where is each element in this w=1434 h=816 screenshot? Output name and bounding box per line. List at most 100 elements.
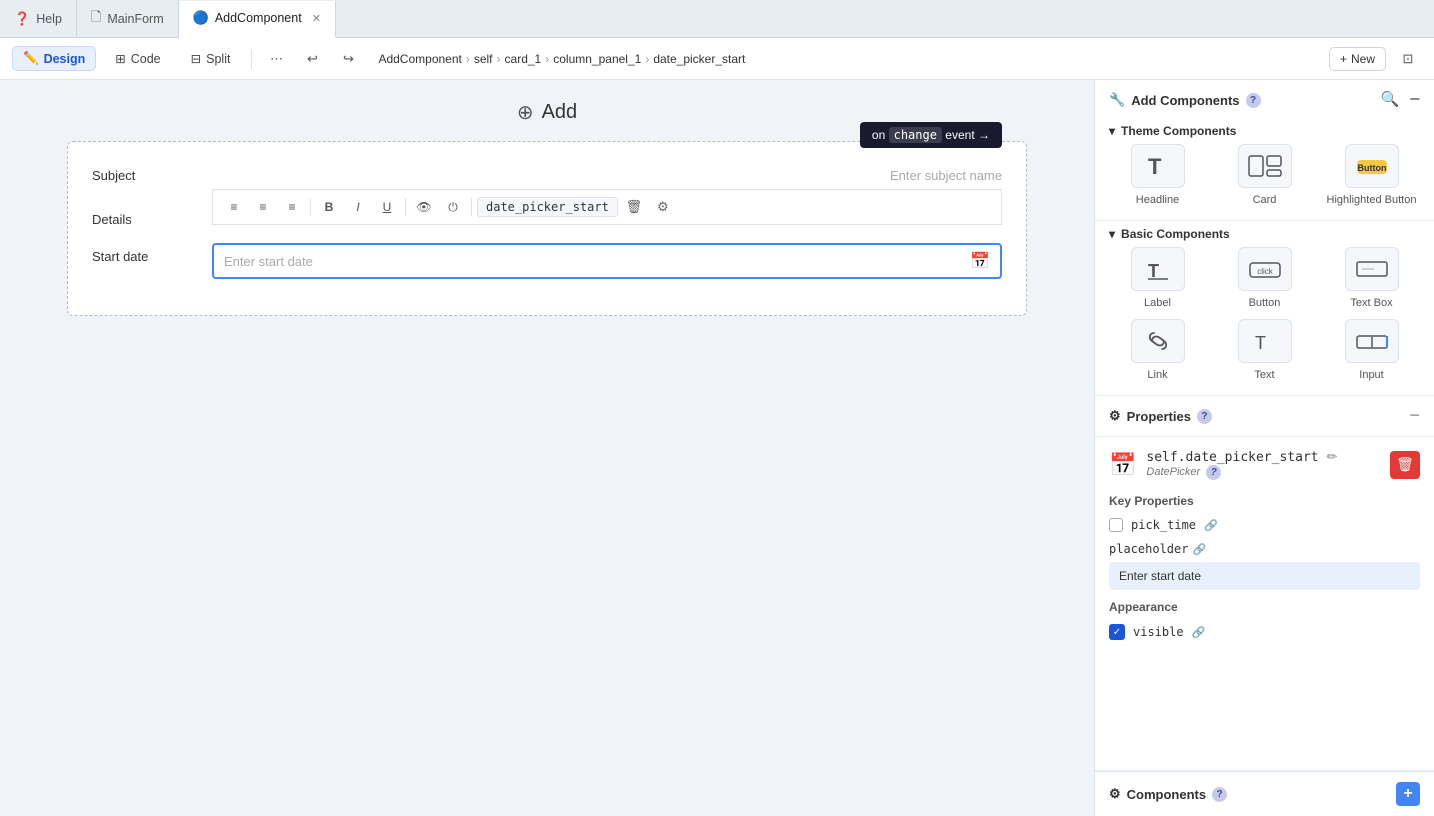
dp-sep-2 (405, 198, 406, 216)
breadcrumb-part-4[interactable]: date_picker_start (653, 52, 745, 66)
label-component[interactable]: T Label (1109, 247, 1206, 309)
theme-component-grid: T Headline Card (1109, 144, 1420, 216)
add-component-button[interactable]: + (1396, 782, 1420, 806)
placeholder-link[interactable]: 🔗 (1192, 543, 1206, 556)
more-options-button[interactable]: ⋯ (262, 45, 290, 73)
text-component[interactable]: T Text (1216, 319, 1313, 381)
button-component[interactable]: click Button (1216, 247, 1313, 309)
align-right-button[interactable]: ≡ (279, 194, 305, 220)
components-bottom-header[interactable]: ⚙ Components ? + (1095, 772, 1434, 816)
tab-addcomponent[interactable]: 🔵 AddComponent ✕ (179, 1, 336, 38)
split-button[interactable]: ⊟ Split (180, 46, 242, 71)
right-panel: 🔧 Add Components ? 🔍 Theme Components (1094, 80, 1434, 816)
visible-link[interactable]: 🔗 (1192, 626, 1206, 639)
layout-toggle-button[interactable]: ⊡ (1394, 45, 1422, 73)
subject-placeholder: Enter subject name (212, 162, 1002, 190)
settings-icon[interactable]: ⚙ (650, 194, 676, 220)
split-icon: ⊟ (191, 51, 201, 66)
svg-text:Button: Button (1357, 163, 1386, 173)
add-label: Add (542, 101, 578, 124)
placeholder-input[interactable] (1109, 562, 1420, 590)
collapse-properties-button[interactable] (1409, 406, 1420, 426)
bold-button[interactable]: B (316, 194, 342, 220)
components-bottom-label: Components (1127, 787, 1206, 802)
properties-header-left: ⚙ Properties ? (1109, 408, 1212, 424)
card-component[interactable]: Card (1216, 144, 1313, 206)
pick-time-row: pick_time 🔗 (1109, 518, 1420, 532)
tab-mainform[interactable]: 🗋 MainForm (77, 0, 179, 37)
input-component[interactable]: Input (1323, 319, 1420, 381)
design-button[interactable]: ✏️ Design (12, 46, 96, 71)
tabs-bar: ❓ Help 🗋 MainForm 🔵 AddComponent ✕ (0, 0, 1434, 38)
breadcrumb-part-1[interactable]: self (474, 52, 493, 66)
trash-icon[interactable]: 🗑 (621, 194, 647, 220)
theme-components-header[interactable]: Theme Components (1109, 120, 1420, 144)
eye-button[interactable]: 👁 (411, 194, 437, 220)
basic-components-header[interactable]: Basic Components (1109, 221, 1420, 247)
components-help[interactable]: ? (1212, 787, 1227, 802)
comp-name-row: self.date_picker_start ✏ (1146, 449, 1380, 465)
components-icon: ⚙ (1109, 786, 1121, 802)
split-label: Split (206, 52, 230, 66)
power-button[interactable]: ⏻ (440, 194, 466, 220)
tab-help[interactable]: ❓ Help (0, 0, 77, 37)
link-component[interactable]: Link (1109, 319, 1206, 381)
component-type: DatePicker ? (1146, 465, 1380, 480)
visible-checkbox[interactable]: ✓ (1109, 624, 1125, 640)
subject-label: Subject (92, 162, 212, 183)
svg-text:T: T (1255, 333, 1266, 353)
date-picker-input[interactable]: Enter start date 📅 (212, 243, 1002, 279)
toolbar-right: + New ⊡ (1329, 45, 1422, 73)
pick-time-link[interactable]: 🔗 (1204, 519, 1218, 532)
highlighted-button-icon: Button (1345, 144, 1399, 188)
properties-help[interactable]: ? (1197, 409, 1212, 424)
code-icon: ⊞ (115, 51, 125, 66)
theme-components-label: Theme Components (1121, 124, 1236, 138)
label-label: Label (1144, 297, 1171, 309)
basic-chevron-icon (1109, 227, 1115, 241)
canvas-area: ⊕ Add Subject Enter subject name Details (0, 80, 1094, 816)
svg-text:T: T (1148, 154, 1162, 179)
code-label: Code (131, 52, 161, 66)
tab-addcomponent-label: AddComponent (215, 11, 302, 25)
highlighted-button-label: Highlighted Button (1327, 194, 1417, 206)
breadcrumb-part-0[interactable]: AddComponent (378, 52, 461, 66)
start-date-field: ≡ ≡ ≡ B I U 👁 ⏻ date_picker_start 🗑 ⚙ (212, 243, 1002, 279)
label-icon: T (1131, 247, 1185, 291)
tab-addcomponent-close[interactable]: ✕ (312, 12, 321, 25)
align-center-button[interactable]: ≡ (250, 194, 276, 220)
breadcrumb-part-2[interactable]: card_1 (505, 52, 542, 66)
collapse-add-components-button[interactable] (1409, 90, 1420, 110)
italic-button[interactable]: I (345, 194, 371, 220)
main-layout: ⊕ Add Subject Enter subject name Details (0, 80, 1434, 816)
code-button[interactable]: ⊞ Code (104, 46, 171, 71)
text-box-component[interactable]: Text Box (1323, 247, 1420, 309)
pick-time-checkbox[interactable] (1109, 518, 1123, 532)
dp-sep-3 (471, 198, 472, 216)
help-tab-icon: ❓ (14, 11, 30, 27)
align-left-button[interactable]: ≡ (221, 194, 247, 220)
delete-component-button[interactable]: 🗑 (1390, 451, 1420, 479)
edit-name-button[interactable]: ✏ (1327, 449, 1338, 465)
key-properties-label: Key Properties (1109, 494, 1420, 508)
component-name: self.date_picker_start (1146, 450, 1318, 465)
text-box-label: Text Box (1350, 297, 1392, 309)
components-bottom-section: ⚙ Components ? + (1095, 771, 1434, 816)
details-label: Details (92, 206, 212, 227)
search-button[interactable]: 🔍 (1381, 90, 1400, 110)
add-components-help[interactable]: ? (1246, 93, 1261, 108)
headline-component[interactable]: T Headline (1109, 144, 1206, 206)
type-help[interactable]: ? (1206, 465, 1221, 480)
underline-button[interactable]: U (374, 194, 400, 220)
breadcrumb-part-3[interactable]: column_panel_1 (553, 52, 641, 66)
add-components-header[interactable]: 🔧 Add Components ? 🔍 (1095, 80, 1434, 120)
design-icon: ✏️ (23, 51, 39, 66)
subject-row: Subject Enter subject name (92, 162, 1002, 190)
visible-label: visible (1133, 625, 1184, 639)
calendar-icon[interactable]: 📅 (970, 251, 990, 271)
highlighted-button-component[interactable]: Button Highlighted Button (1323, 144, 1420, 206)
undo-button[interactable]: ↩ (298, 45, 326, 73)
new-button[interactable]: + New (1329, 47, 1386, 71)
date-placeholder: Enter start date (224, 254, 970, 269)
redo-button[interactable]: ↪ (334, 45, 362, 73)
